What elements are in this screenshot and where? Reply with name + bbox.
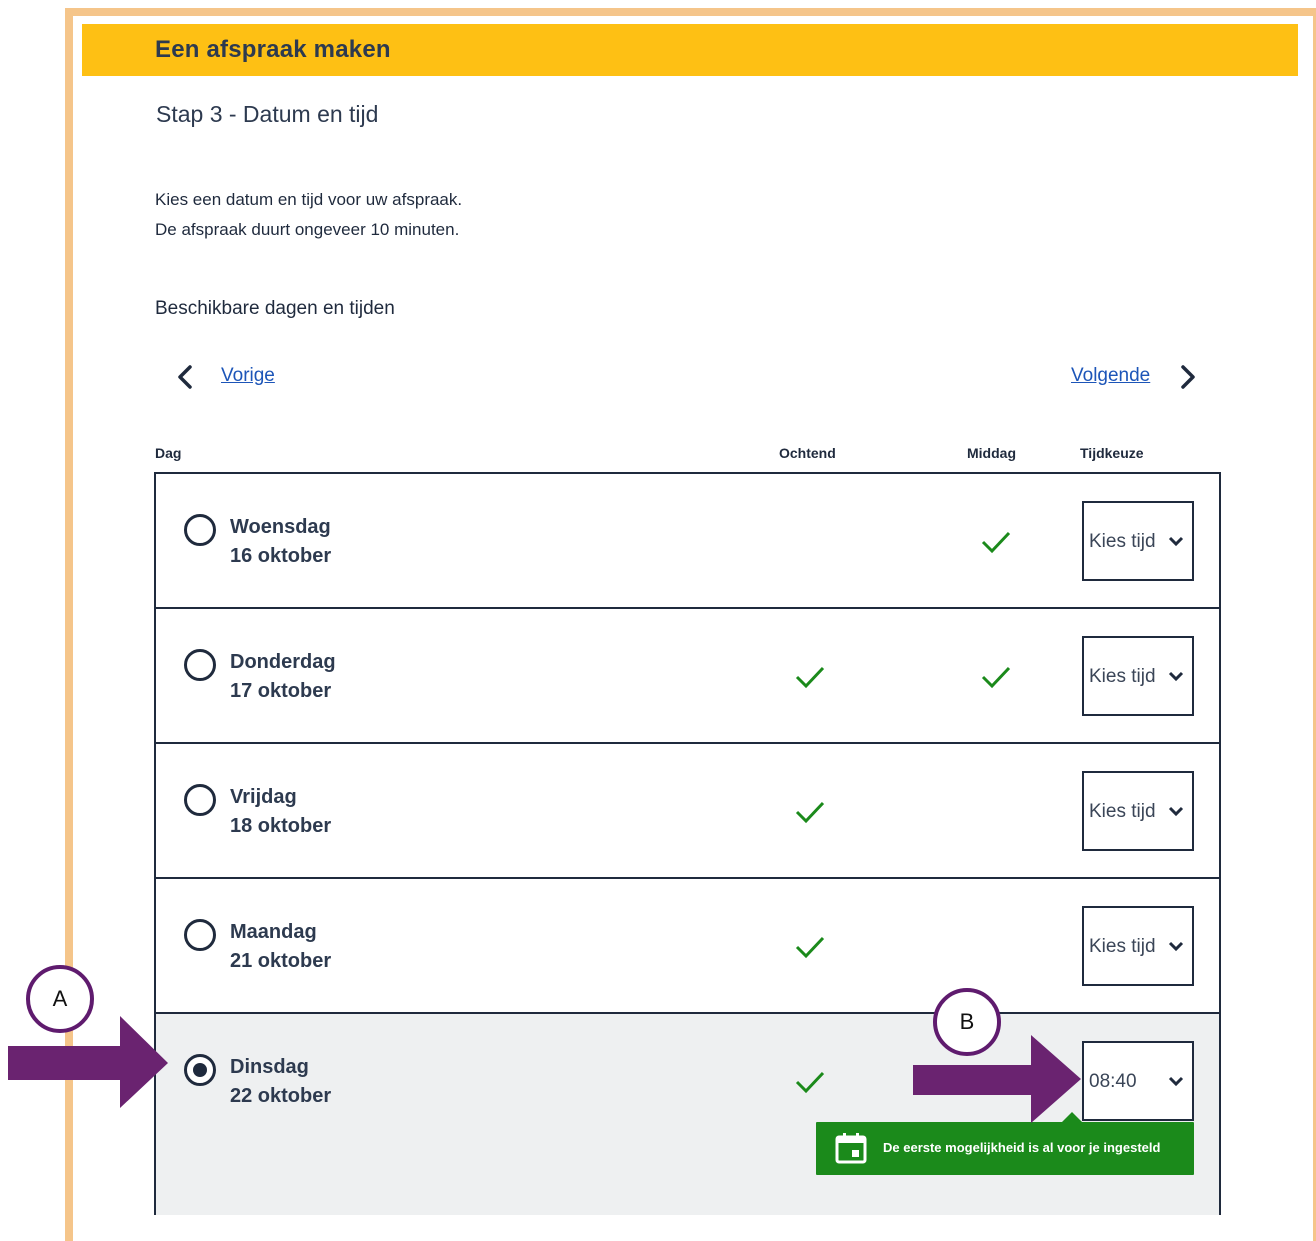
day-date: 18 oktober [230, 815, 332, 837]
chevron-down-icon [1168, 536, 1184, 547]
table-row[interactable]: Woensdag 16 oktober Kies tijd [156, 474, 1219, 609]
time-select[interactable]: Kies tijd [1082, 906, 1194, 986]
intro-text-2: De afspraak duurt ongeveer 10 minuten. [155, 220, 460, 239]
arrow-right-icon [913, 1035, 1081, 1123]
time-select[interactable]: Kies tijd [1082, 501, 1194, 581]
table-row[interactable]: Vrijdag 18 oktober Kies tijd [156, 744, 1219, 879]
column-header-morning: Ochtend [779, 445, 836, 461]
table-row[interactable]: Donderdag 17 oktober Kies tijd [156, 609, 1219, 744]
intro-text-1: Kies een datum en tijd voor uw afspraak. [155, 190, 463, 209]
day-date: 21 oktober [230, 950, 332, 972]
info-toast: De eerste mogelijkheid is al voor je ing… [816, 1122, 1194, 1175]
time-select-value: Kies tijd [1089, 801, 1156, 822]
day-name: Donderdag [230, 651, 336, 673]
day-date: 17 oktober [230, 680, 332, 702]
time-select-value: 08:40 [1089, 1071, 1137, 1092]
time-select-value: Kies tijd [1089, 936, 1156, 957]
time-select-value: Kies tijd [1089, 666, 1156, 687]
step-title: Stap 3 - Datum en tijd [156, 101, 379, 127]
page-title: Een afspraak maken [155, 36, 391, 63]
time-select[interactable]: 08:40 [1082, 1041, 1194, 1121]
time-select-value: Kies tijd [1089, 531, 1156, 552]
previous-link[interactable]: Vorige [221, 365, 275, 387]
day-radio[interactable] [184, 784, 216, 816]
time-select[interactable]: Kies tijd [1082, 636, 1194, 716]
day-radio[interactable] [184, 514, 216, 546]
afternoon-check-icon [981, 666, 1011, 689]
column-header-day: Dag [155, 445, 182, 461]
chevron-down-icon [1168, 806, 1184, 817]
next-link[interactable]: Volgende [1071, 365, 1150, 387]
morning-check-icon [795, 936, 825, 959]
section-heading: Beschikbare dagen en tijden [155, 298, 395, 319]
column-header-afternoon: Middag [967, 445, 1016, 461]
day-name: Vrijdag [230, 786, 297, 808]
chevron-down-icon [1168, 671, 1184, 682]
page: Een afspraak maken Stap 3 - Datum en tij… [0, 0, 1316, 1241]
afternoon-check-icon [981, 531, 1011, 554]
calendar-icon [835, 1133, 867, 1164]
time-select[interactable]: Kies tijd [1082, 771, 1194, 851]
day-radio-selected[interactable] [184, 1054, 216, 1086]
day-radio[interactable] [184, 649, 216, 681]
arrow-right-icon [8, 1016, 168, 1108]
chevron-right-icon[interactable] [1176, 364, 1198, 390]
column-header-time: Tijdkeuze [1080, 445, 1144, 461]
radio-dot [193, 1063, 207, 1077]
table-row[interactable]: Maandag 21 oktober Kies tijd [156, 879, 1219, 1014]
chevron-down-icon [1168, 1076, 1184, 1087]
day-date: 16 oktober [230, 545, 332, 567]
chevron-down-icon [1168, 941, 1184, 952]
morning-check-icon [795, 1071, 825, 1094]
chevron-left-icon[interactable] [175, 364, 197, 390]
morning-check-icon [795, 801, 825, 824]
day-name: Woensdag [230, 516, 331, 538]
day-date: 22 oktober [230, 1085, 332, 1107]
toast-text: De eerste mogelijkheid is al voor je ing… [883, 1140, 1161, 1155]
day-name: Maandag [230, 921, 317, 943]
morning-check-icon [795, 666, 825, 689]
day-name: Dinsdag [230, 1056, 309, 1078]
day-radio[interactable] [184, 919, 216, 951]
